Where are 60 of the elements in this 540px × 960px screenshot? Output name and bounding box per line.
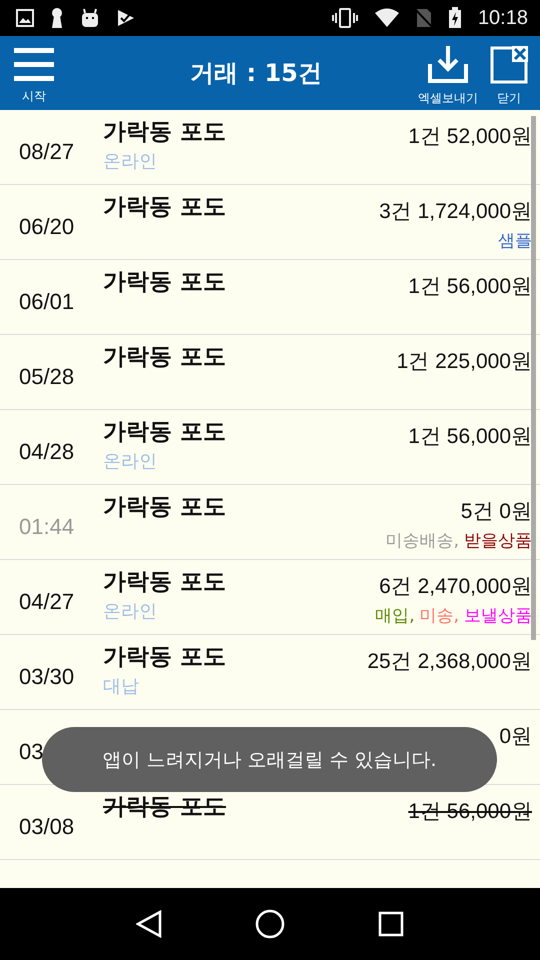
amount-text: 0원 <box>499 724 532 750</box>
transaction-row[interactable]: 03/30 가락동 포도 대납 25건 2,368,000원 <box>0 635 540 710</box>
image-icon <box>16 9 34 27</box>
amount-text: 1건 56,000원 <box>408 424 532 450</box>
amount-text: 6건 2,470,000원 <box>379 574 532 600</box>
amount-text: 1건 52,000원 <box>408 124 532 150</box>
row-date: 05/28 <box>19 364 74 390</box>
status-tag: 보낼상품 <box>464 604 532 627</box>
close-button[interactable]: 닫기 <box>484 44 534 108</box>
menu-icon <box>14 48 54 82</box>
recents-icon[interactable] <box>378 911 404 937</box>
robot-icon <box>80 8 100 28</box>
status-tag: 받을상품 <box>464 529 532 552</box>
status-tag: 미송배송, <box>386 529 459 552</box>
row-date: 04/27 <box>19 589 74 615</box>
keyhole-icon <box>50 7 64 29</box>
wifi-icon <box>374 8 400 28</box>
customer-name: 가락동 포도 <box>103 268 226 297</box>
status-tag: 샘플 <box>498 229 532 252</box>
row-date: 04/28 <box>19 439 74 465</box>
row-date: 06/20 <box>19 214 74 240</box>
customer-name: 가락동 포도 <box>103 418 226 447</box>
row-subtitle: 온라인 <box>103 150 157 173</box>
amount-text: 3건 1,724,000원 <box>379 199 532 225</box>
customer-name: 가락동 포도 <box>103 643 226 672</box>
menu-button[interactable]: 시작 <box>8 46 60 106</box>
battery-charging-icon <box>448 7 462 29</box>
no-sim-icon <box>416 8 432 28</box>
amount-text: 1건 56,000원 <box>408 274 532 300</box>
customer-name: 가락동 포도 <box>103 568 226 597</box>
customer-name: 가락동 포도 <box>103 193 226 222</box>
close-window-icon <box>490 46 528 84</box>
row-date: 03 <box>19 739 44 765</box>
screen-title: 거래 : 15건 <box>189 58 323 89</box>
customer-name: 가락동 포도 <box>103 493 226 522</box>
customer-name: 가락동 포도 <box>103 343 226 372</box>
row-date: 06/01 <box>19 289 74 315</box>
row-date: 01:44 <box>19 514 74 540</box>
row-date: 03/08 <box>19 814 74 840</box>
amount-text: 25건 2,368,000원 <box>367 649 532 675</box>
amount-text: 1건 56,000원 <box>408 799 532 825</box>
amount-text: 5건 0원 <box>460 499 532 525</box>
status-tag: 매입, <box>375 604 415 627</box>
slow-warning-toast: 앱이 느려지거나 오래걸릴 수 있습니다. <box>42 727 497 792</box>
row-date: 03/30 <box>19 664 74 690</box>
row-subtitle: 대납 <box>103 675 139 698</box>
home-icon[interactable] <box>254 909 285 939</box>
export-button[interactable]: 엑셀보내기 <box>412 44 484 108</box>
row-subtitle: 온라인 <box>103 600 157 623</box>
download-icon <box>428 46 468 84</box>
clock: 10:18 <box>478 6 528 30</box>
amount-text: 1건 225,000원 <box>396 349 532 375</box>
row-date: 08/27 <box>19 139 74 165</box>
status-tag: 미송, <box>420 604 459 627</box>
row-subtitle: 온라인 <box>103 450 157 473</box>
checkmark-icon <box>116 8 136 28</box>
vibrate-icon <box>332 8 358 28</box>
back-icon[interactable] <box>136 910 162 938</box>
customer-name: 가락동 포도 <box>103 118 226 147</box>
customer-name: 가락동 포도 <box>103 793 226 822</box>
